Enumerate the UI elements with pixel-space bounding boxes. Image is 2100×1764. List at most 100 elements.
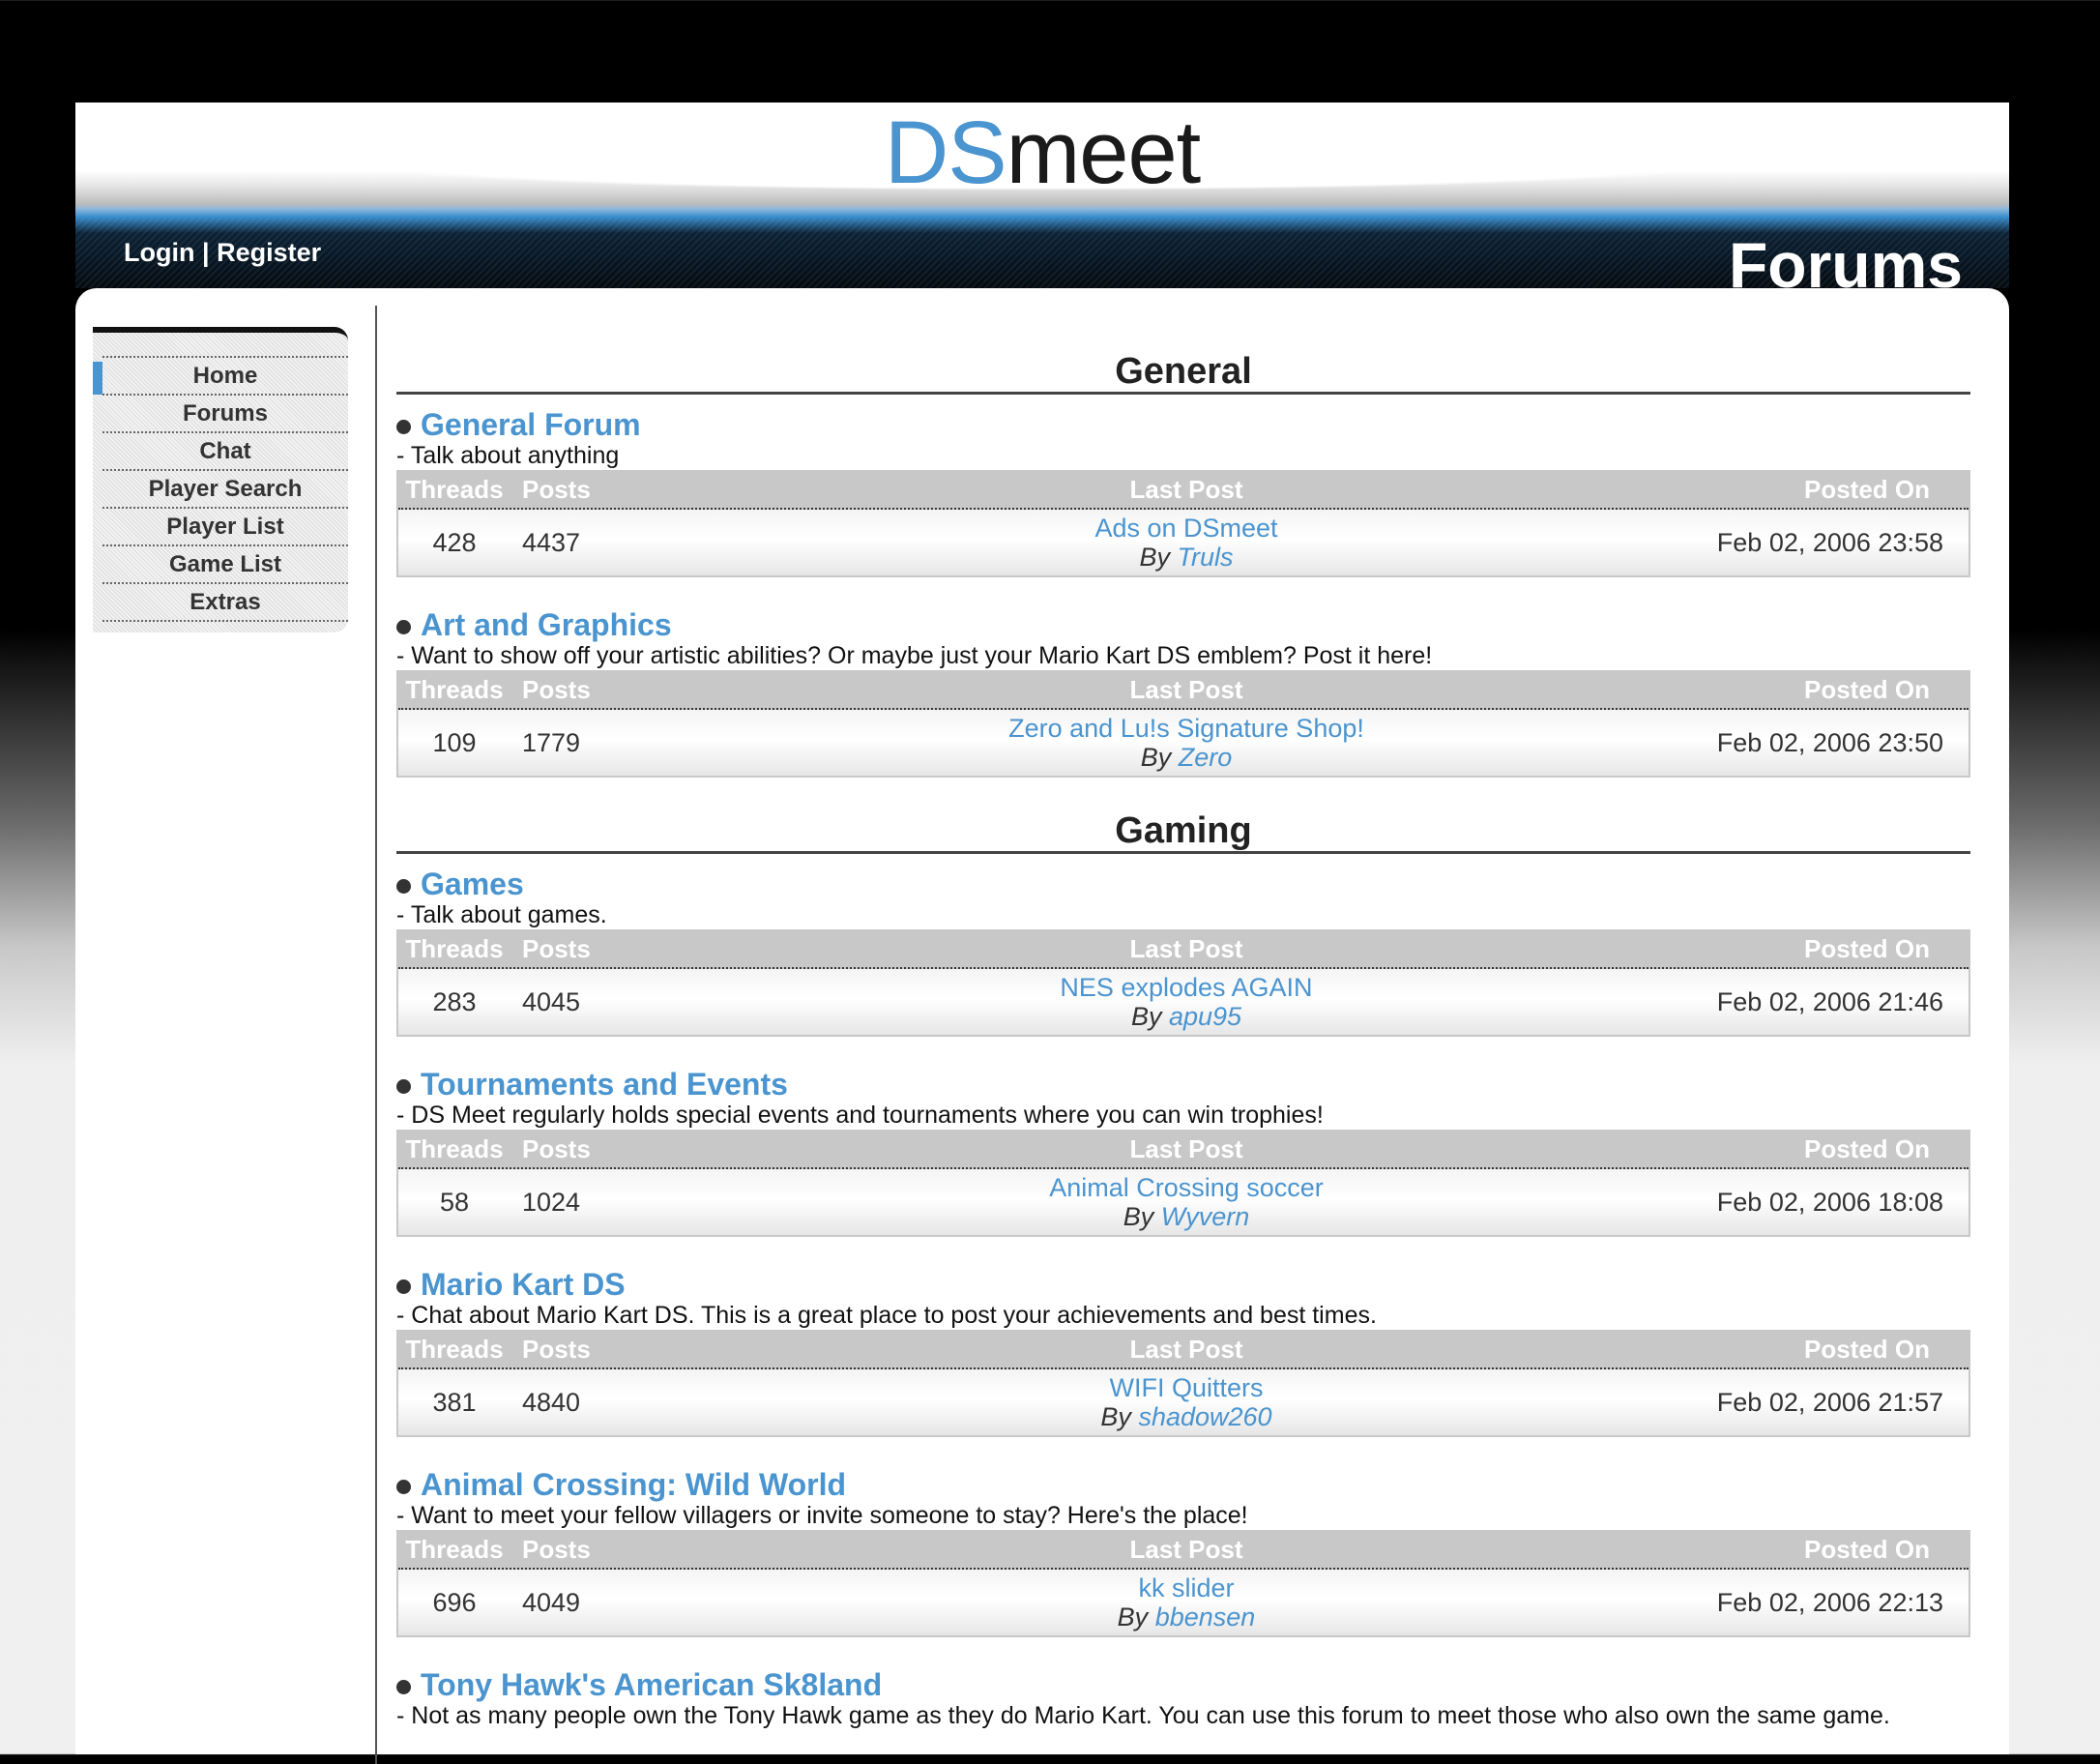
header-threads: Threads [405,1535,504,1564]
forum-link[interactable]: Animal Crossing: Wild World [396,1468,1970,1501]
table-header: Threads Posts Last Post Posted On [398,1530,1969,1570]
category-heading: General [396,349,1970,395]
forum-name: Tournaments and Events [421,1067,788,1102]
by-label: By [1100,1402,1131,1431]
category-heading: Gaming [396,808,1970,854]
nav-item-home[interactable]: Home [102,356,348,396]
last-post-byline: By Wyvern [1123,1202,1250,1231]
forum-name: Art and Graphics [421,607,672,642]
last-post-byline: By shadow260 [1100,1402,1271,1431]
nav-item-forums[interactable]: Forums [102,396,348,433]
nav-item-player-search[interactable]: Player Search [102,471,348,509]
forum-stats-table: Threads Posts Last Post Posted On 696 40… [396,1530,1970,1637]
by-label: By [1139,543,1170,572]
header-posts: Posts [522,934,591,963]
table-row: 283 4045 NES explodes AGAIN By apu95 Feb… [398,969,1969,1035]
table-row: 381 4840 WIFI Quitters By shadow260 Feb … [398,1369,1969,1435]
bullet-icon [396,1680,411,1695]
posted-on: Feb 02, 2006 22:13 [1716,1588,1943,1617]
forum-link[interactable]: Tony Hawk's American Sk8land [396,1668,1970,1701]
header-posts: Posts [522,1134,591,1163]
forum-link[interactable]: Art and Graphics [396,608,1970,641]
table-header: Threads Posts Last Post Posted On [398,929,1969,969]
header-last-post: Last Post [1129,675,1243,704]
thread-count: 283 [432,987,477,1016]
forum-entry: Art and Graphics - Want to show off your… [396,608,1970,778]
table-header: Threads Posts Last Post Posted On [398,1130,1969,1169]
auth-links: Login | Register [124,238,321,268]
site-logo[interactable]: DSmeet [75,103,2009,204]
bullet-icon [396,620,411,635]
forum-link[interactable]: Games [396,867,1970,900]
forum-name: Animal Crossing: Wild World [421,1467,847,1502]
by-label: By [1123,1202,1154,1231]
last-post-link[interactable]: Animal Crossing soccer [785,1173,1588,1202]
by-label: By [1140,743,1172,772]
header-posts: Posts [522,1535,591,1564]
header-posted-on: Posted On [1803,475,1930,504]
header-threads: Threads [405,675,504,704]
last-post-link[interactable]: WIFI Quitters [785,1373,1588,1402]
forum-name: Mario Kart DS [421,1267,626,1302]
posted-on: Feb 02, 2006 21:46 [1716,987,1943,1016]
header-threads: Threads [405,1335,504,1364]
last-post-user[interactable]: bbensen [1155,1602,1256,1632]
last-post-link[interactable]: NES explodes AGAIN [785,973,1588,1002]
bullet-icon [396,420,411,435]
header-posted-on: Posted On [1803,1335,1930,1364]
last-post-user[interactable]: Zero [1179,743,1233,772]
posted-on: Feb 02, 2006 23:50 [1716,728,1943,757]
header-threads: Threads [405,1134,504,1163]
header-posted-on: Posted On [1803,675,1930,704]
last-post-link[interactable]: Ads on DSmeet [785,514,1588,543]
forum-link[interactable]: Tournaments and Events [396,1068,1970,1101]
last-post-user[interactable]: shadow260 [1138,1402,1271,1431]
nav-item-chat[interactable]: Chat [102,433,348,471]
forum-description: - Want to meet your fellow villagers or … [396,1502,1248,1529]
forum-entry: Animal Crossing: Wild World - Want to me… [396,1468,1970,1637]
post-count: 4840 [522,1388,581,1417]
login-link[interactable]: Login [124,238,194,267]
last-post-link[interactable]: kk slider [785,1573,1588,1602]
forum-stats-table: Threads Posts Last Post Posted On 109 17… [396,670,1970,778]
posted-on: Feb 02, 2006 21:57 [1716,1388,1943,1417]
auth-separator: | [202,238,210,267]
by-label: By [1117,1602,1149,1632]
last-post-link[interactable]: Zero and Lu!s Signature Shop! [785,714,1588,743]
forum-name: Tony Hawk's American Sk8land [421,1667,883,1702]
last-post: Ads on DSmeet By Truls [785,514,1588,572]
post-count: 1779 [522,728,581,757]
post-count: 4045 [522,987,581,1016]
forum-description: - Talk about games. [396,901,607,928]
last-post-user[interactable]: Wyvern [1161,1202,1250,1231]
logo-meet: meet [1006,103,1202,202]
header-posted-on: Posted On [1803,934,1930,963]
logo-ds: DS [884,103,1007,202]
forum-link[interactable]: General Forum [396,408,1970,441]
forum-description: - Chat about Mario Kart DS. This is a gr… [396,1302,1377,1329]
forum-entry: Tournaments and Events - DS Meet regular… [396,1068,1970,1237]
forum-description: - Not as many people own the Tony Hawk g… [396,1702,1890,1729]
nav-item-extras[interactable]: Extras [102,584,348,622]
forum-stats-table: Threads Posts Last Post Posted On 58 102… [396,1130,1970,1237]
last-post-user[interactable]: Truls [1178,543,1234,572]
forum-name: General Forum [421,407,641,442]
last-post: kk slider By bbensen [785,1573,1588,1632]
thread-count: 109 [432,728,477,757]
nav-item-game-list[interactable]: Game List [102,546,348,584]
nav-item-player-list[interactable]: Player List [102,509,348,546]
sidebar-nav: Home Forums Chat Player Search Player Li… [102,356,348,622]
bullet-icon [396,1480,411,1495]
post-count: 1024 [522,1188,581,1217]
forum-content: General General Forum - Talk about anyth… [396,349,1970,1761]
forum-link[interactable]: Mario Kart DS [396,1268,1970,1301]
table-row: 428 4437 Ads on DSmeet By Truls Feb 02, … [398,510,1969,575]
register-link[interactable]: Register [217,238,321,267]
last-post-byline: By bbensen [1118,1602,1256,1632]
last-post-user[interactable]: apu95 [1169,1002,1241,1031]
forum-stats-table: Threads Posts Last Post Posted On 381 48… [396,1330,1970,1437]
by-label: By [1130,1002,1162,1031]
thread-count: 428 [432,528,477,557]
posted-on: Feb 02, 2006 23:58 [1716,528,1943,557]
last-post: Zero and Lu!s Signature Shop! By Zero [785,714,1588,772]
